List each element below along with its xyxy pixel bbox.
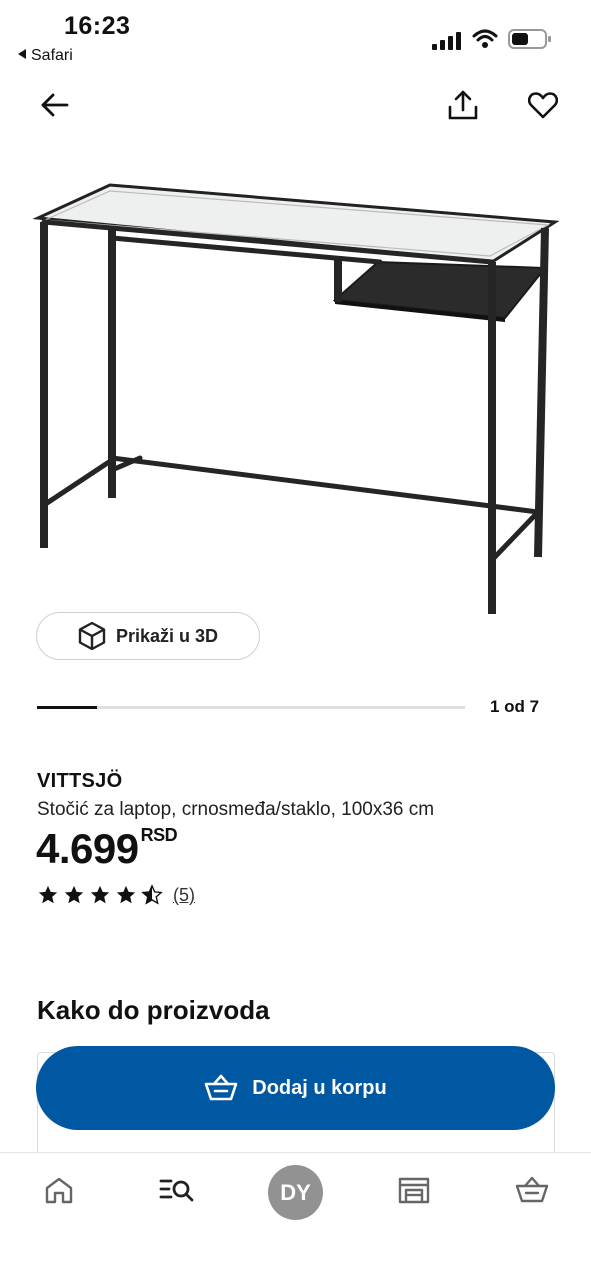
favorite-heart-icon[interactable] xyxy=(524,86,562,124)
back-to-safari[interactable]: Safari xyxy=(18,47,73,65)
status-time: 16:23 xyxy=(64,12,131,40)
signal-icon xyxy=(432,32,462,55)
back-app-label: Safari xyxy=(31,47,73,64)
star-half-icon xyxy=(141,884,163,905)
product-image[interactable] xyxy=(30,175,565,625)
price-currency: RSD xyxy=(140,825,178,845)
section-title: Kako do proizvoda xyxy=(37,995,270,1025)
back-triangle-icon xyxy=(18,49,26,59)
gallery-pager: 1 od 7 xyxy=(490,697,540,716)
product-name: VITTSJÖ xyxy=(37,770,123,792)
product-price: 4.699 RSD xyxy=(36,825,178,873)
review-count-link[interactable]: (5) xyxy=(173,885,195,906)
cart-basket-icon xyxy=(515,1176,549,1203)
price-value: 4.699 xyxy=(36,825,139,872)
star-full-icon xyxy=(116,885,136,904)
star-full-icon xyxy=(38,885,58,904)
wifi-icon xyxy=(472,28,498,55)
battery-icon xyxy=(508,28,552,55)
tab-store[interactable] xyxy=(389,1170,439,1210)
back-arrow-icon[interactable] xyxy=(36,88,72,122)
add-to-cart-button[interactable]: Dodaj u korpu xyxy=(36,1046,555,1130)
tab-search[interactable] xyxy=(152,1170,202,1210)
star-full-icon xyxy=(64,885,84,904)
store-icon xyxy=(398,1177,430,1204)
home-icon xyxy=(45,1177,73,1204)
add-to-cart-label: Dodaj u korpu xyxy=(252,1076,387,1099)
tab-profile-avatar[interactable]: DY xyxy=(268,1165,323,1220)
gallery-progress-fill xyxy=(37,706,97,709)
tab-home[interactable] xyxy=(34,1170,84,1210)
view-in-3d-label: Prikaži u 3D xyxy=(115,625,219,646)
star-full-icon xyxy=(90,885,110,904)
rating-stars[interactable] xyxy=(37,884,163,906)
search-list-icon xyxy=(159,1179,194,1202)
product-description: Stočić za laptop, crnosmeđa/staklo, 100x… xyxy=(37,799,435,820)
share-icon[interactable] xyxy=(444,86,482,124)
cube-3d-icon xyxy=(78,621,106,651)
basket-icon xyxy=(204,1074,238,1101)
gallery-progress-track xyxy=(37,706,465,709)
tab-cart[interactable] xyxy=(507,1170,557,1210)
view-in-3d-button[interactable]: Prikaži u 3D xyxy=(36,612,260,660)
